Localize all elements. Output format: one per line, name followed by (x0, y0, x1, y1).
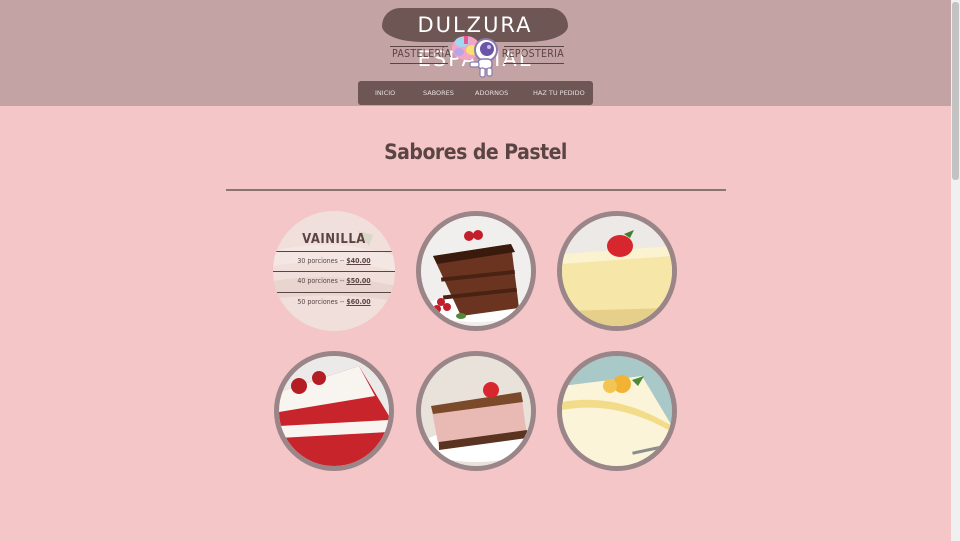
cheesecake-strawberry-icon (562, 216, 672, 326)
nav-sabores[interactable]: Sabores (423, 89, 454, 97)
price-row: 30 porciones -- $40.00 (273, 257, 395, 265)
price-divider (273, 251, 395, 252)
mousse-cake-icon (421, 356, 531, 466)
portions-label: 40 porciones -- (297, 277, 345, 285)
price-row: 50 porciones -- $60.00 (273, 298, 395, 306)
flavor-card-chocolate[interactable] (416, 211, 536, 331)
tres-leches-cake-icon (562, 356, 672, 466)
brand-tag-left: PASTELERÍA (392, 48, 452, 60)
price-row: 40 porciones -- $50.00 (273, 277, 395, 285)
portions-label: 50 porciones -- (297, 298, 345, 306)
brand-tag-right: REPOSTERIA (501, 48, 564, 60)
price-link[interactable]: $50.00 (346, 277, 370, 285)
page-scrollbar[interactable] (951, 0, 960, 541)
price-link[interactable]: $40.00 (346, 257, 370, 265)
nav-haz-tu-pedido[interactable]: Haz tu pedido (533, 89, 585, 97)
brand-logo[interactable]: DULZURA ESPACIAL PASTELERÍA REPOSTERIA (380, 6, 572, 80)
price-link[interactable]: $60.00 (346, 298, 370, 306)
flavor-card-tres-leches[interactable] (557, 351, 677, 471)
flavor-card-red-velvet[interactable] (274, 351, 394, 471)
nav-inicio[interactable]: Inicio (375, 89, 395, 97)
red-velvet-cake-icon (279, 356, 389, 466)
logo-rule (390, 46, 448, 47)
site-header: DULZURA ESPACIAL PASTELERÍA REPOSTERIA I… (0, 0, 951, 106)
flavor-card-mousse[interactable] (416, 351, 536, 471)
portions-label: 30 porciones -- (297, 257, 345, 265)
chocolate-cake-icon (421, 216, 531, 326)
nav-adornos[interactable]: Adornos (475, 89, 508, 97)
logo-rule (504, 63, 564, 64)
scrollbar-thumb[interactable] (952, 2, 959, 180)
flavor-card-vainilla[interactable]: VAINILLA 30 porciones -- $40.00 40 porci… (273, 211, 395, 331)
flavor-name: VAINILLA (302, 232, 366, 247)
astronaut-icon (452, 36, 498, 78)
price-divider (273, 292, 395, 293)
flavor-card-cheesecake[interactable] (557, 211, 677, 331)
logo-rule (390, 63, 448, 64)
price-divider (273, 271, 395, 272)
main-nav: Inicio Sabores Adornos Haz tu pedido (358, 81, 593, 105)
page-title: Sabores de Pastel (384, 140, 567, 164)
title-divider (226, 189, 726, 191)
logo-rule (504, 46, 564, 47)
